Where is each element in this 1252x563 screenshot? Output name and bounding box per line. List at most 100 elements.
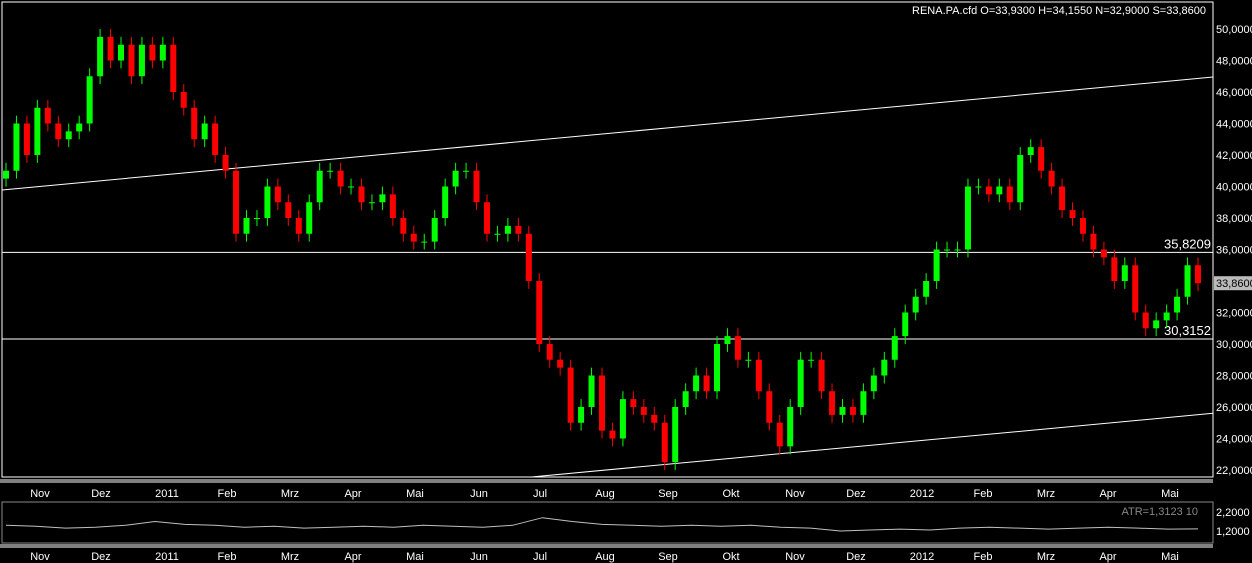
candle-body: [661, 422, 668, 463]
x-tick-label: Jul: [533, 551, 547, 563]
x-tick-label: Nov: [30, 488, 50, 500]
last-price-label: 33,8600: [1216, 278, 1252, 290]
candle-body: [557, 359, 564, 368]
candle-body: [107, 36, 114, 61]
candle-body: [1038, 147, 1045, 171]
candle-body: [599, 375, 605, 431]
x-tick-label: Feb: [974, 551, 993, 563]
horizontal-line-label: 35,8209: [1164, 236, 1211, 251]
candle-body: [829, 391, 836, 415]
candle-body: [86, 76, 93, 124]
x-tick-label: Mai: [406, 488, 424, 500]
candle-body: [849, 407, 856, 415]
candle-body: [515, 225, 522, 234]
x-tick-label: Apr: [344, 551, 361, 563]
candle-body: [1121, 265, 1128, 281]
x-tick-label: Nov: [785, 551, 805, 563]
y-tick-label: 32,0000: [1216, 308, 1252, 320]
atr-line: [5, 517, 1199, 532]
y-tick-label: 36,0000: [1216, 245, 1252, 257]
candle-body: [567, 367, 574, 423]
candle-body: [442, 186, 449, 218]
atr-y-tick-label: 2,2000: [1216, 507, 1250, 519]
x-tick-label: Dez: [91, 488, 111, 500]
candle-body: [55, 123, 62, 140]
candle-body: [452, 170, 459, 187]
candle-body: [766, 391, 773, 423]
candle-body: [222, 155, 229, 171]
candle-body: [65, 131, 72, 140]
candle-body: [170, 44, 177, 92]
candle-body: [421, 241, 428, 243]
x-tick-label: Sep: [658, 488, 678, 500]
x-tick-label: Jun: [470, 488, 488, 500]
candle-body: [703, 375, 710, 392]
y-tick-label: 28,0000: [1216, 371, 1252, 383]
x-tick-label: Aug: [595, 551, 615, 563]
y-tick-label: 50,0000: [1216, 24, 1252, 36]
candle-body: [536, 281, 543, 344]
candle-body: [504, 225, 511, 234]
candle-body: [1027, 147, 1034, 155]
x-tick-label: 2012: [910, 551, 934, 563]
y-tick-label: 40,0000: [1216, 182, 1252, 194]
candle-body: [76, 123, 83, 132]
y-tick-label: 24,0000: [1216, 434, 1252, 446]
y-tick-label: 44,0000: [1216, 119, 1252, 131]
candle-body: [212, 123, 219, 155]
candle-body: [97, 36, 104, 77]
candle-body: [264, 186, 271, 218]
candle-body: [619, 399, 626, 439]
candle-body: [954, 249, 961, 251]
candle-body: [1142, 312, 1149, 329]
candle-body: [1079, 218, 1086, 234]
candle-body: [1059, 186, 1066, 211]
candle-body: [3, 170, 9, 179]
x-tick-label: Okt: [722, 488, 739, 500]
x-tick-label: Jul: [533, 488, 547, 500]
candle-body: [368, 202, 375, 204]
candle-body: [808, 359, 815, 361]
atr-legend: ATR=1,3123 10: [1121, 506, 1198, 518]
candle-body: [1163, 312, 1170, 321]
candle-body: [191, 107, 198, 140]
x-tick-label: 2012: [910, 488, 934, 500]
main-panel-frame: [1, 1, 1214, 478]
x-tick-label: Mai: [1161, 488, 1179, 500]
x-tick-label: Mrz: [281, 551, 299, 563]
x-tick-label: 2011: [155, 551, 179, 563]
candle-body: [44, 107, 51, 124]
candle-body: [306, 202, 313, 234]
candle-body: [975, 186, 982, 188]
candle-body: [1111, 257, 1118, 281]
candle-body: [1006, 186, 1013, 203]
candle-body: [588, 375, 595, 407]
candle-body: [734, 336, 741, 360]
candle-body: [483, 202, 490, 234]
x-tick-label: Apr: [1099, 488, 1116, 500]
candle-body: [1195, 265, 1201, 284]
candle-body: [473, 170, 480, 203]
candle-body: [1100, 249, 1107, 258]
candle-body: [431, 218, 438, 242]
candle-body: [1174, 296, 1181, 313]
candle-body: [787, 407, 794, 447]
x-tick-label: Nov: [30, 551, 50, 563]
candle-body: [818, 359, 825, 392]
y-tick-label: 22,0000: [1216, 465, 1252, 477]
x-tick-label: Okt: [722, 551, 739, 563]
x-tick-label: Mai: [406, 551, 424, 563]
candle-body: [672, 407, 679, 463]
candle-body: [693, 375, 700, 392]
candle-body: [776, 422, 783, 447]
x-tick-label: Nov: [785, 488, 805, 500]
x-tick-label: Aug: [595, 488, 615, 500]
x-tick-label: Feb: [218, 551, 237, 563]
y-tick-label: 42,0000: [1216, 150, 1252, 162]
candle-body: [295, 218, 302, 234]
candle-body: [870, 375, 877, 392]
candle-body: [337, 170, 344, 187]
candle-body: [745, 359, 752, 361]
candle-body: [13, 123, 20, 171]
candle-body: [400, 218, 407, 234]
